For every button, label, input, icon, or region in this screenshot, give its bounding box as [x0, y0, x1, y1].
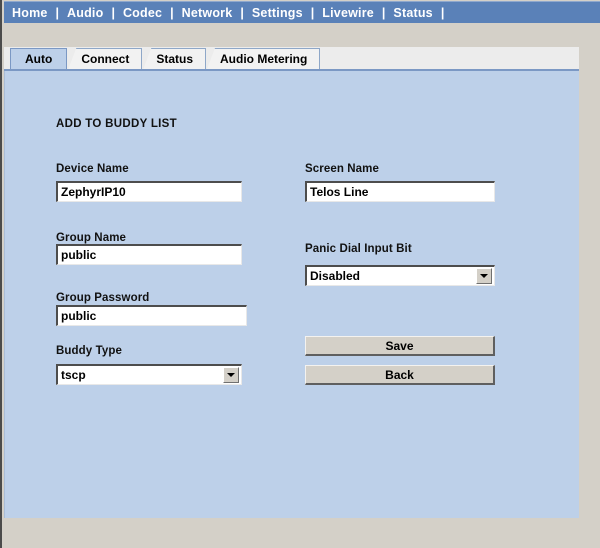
nav-item-codec[interactable]: Codec [122, 3, 163, 23]
nav-item-status[interactable]: Status [392, 3, 433, 23]
screen-name-input[interactable] [305, 181, 495, 202]
nav-separator: | [440, 5, 445, 20]
right-gutter [579, 47, 600, 518]
device-name-input[interactable] [56, 181, 242, 202]
tab-auto[interactable]: Auto [10, 48, 68, 69]
panic-dial-input-bit-value: Disabled [310, 269, 361, 283]
nav-separator: | [240, 5, 244, 20]
toolbar-spacer [4, 23, 600, 47]
device-name-label: Device Name [56, 163, 129, 175]
nav-item-settings[interactable]: Settings [251, 3, 304, 23]
chevron-down-icon[interactable] [476, 268, 492, 284]
group-name-label: Group Name [56, 232, 127, 244]
buddy-type-label: Buddy Type [56, 345, 122, 357]
group-password-label: Group Password [56, 292, 150, 304]
nav-item-network[interactable]: Network [181, 3, 234, 23]
main-navigation-bar: Home | Audio | Codec | Network | Setting… [4, 1, 600, 23]
nav-separator: | [111, 5, 115, 20]
panic-dial-input-bit-label: Panic Dial Input Bit [305, 243, 412, 255]
tab-status[interactable]: Status [143, 48, 207, 69]
panic-dial-input-bit-dropdown[interactable]: Disabled [305, 265, 495, 286]
save-button[interactable]: Save [305, 336, 495, 356]
screen-name-label: Screen Name [305, 163, 379, 175]
buddy-type-dropdown[interactable]: tscp [56, 364, 242, 385]
buddy-type-value: tscp [61, 368, 86, 382]
chevron-down-icon[interactable] [223, 367, 239, 383]
nav-separator: | [310, 5, 315, 20]
content-panel: ADD TO BUDDY LIST Device Name Group Name… [4, 71, 579, 518]
tab-connect[interactable]: Connect [68, 48, 143, 69]
tab-audio-metering[interactable]: Audio Metering [207, 48, 321, 69]
tab-bar: Auto Connect Status Audio Metering [4, 47, 579, 71]
group-password-input[interactable] [56, 305, 247, 326]
nav-item-audio[interactable]: Audio [66, 3, 104, 23]
bottom-status-area [4, 518, 600, 548]
nav-item-livewire[interactable]: Livewire [321, 3, 375, 23]
nav-separator: | [55, 5, 60, 20]
application-window: Home | Audio | Codec | Network | Setting… [0, 0, 600, 548]
nav-separator: | [381, 5, 386, 20]
group-name-input[interactable] [56, 244, 242, 265]
nav-item-home[interactable]: Home [11, 3, 49, 23]
nav-separator: | [170, 5, 174, 20]
page-title: ADD TO BUDDY LIST [56, 118, 177, 130]
back-button[interactable]: Back [305, 365, 495, 385]
